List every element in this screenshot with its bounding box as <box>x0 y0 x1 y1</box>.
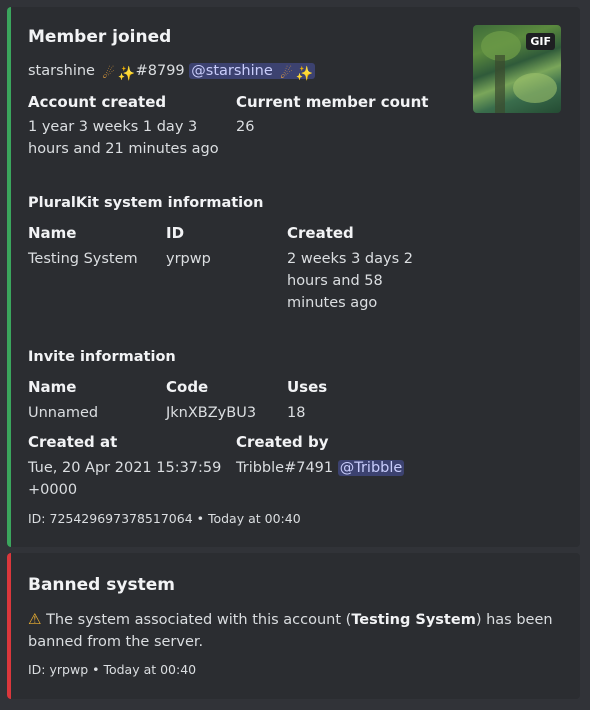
field-value-created-at: Tue, 20 Apr 2021 15:37:59 +0000 <box>28 460 222 498</box>
creator-mention[interactable]: @Tribble <box>337 460 405 476</box>
creator-tag: Tribble#7491 <box>236 460 334 476</box>
gif-badge: GIF <box>526 33 555 50</box>
field-value-invite-uses: 18 <box>287 405 306 421</box>
embed-description: ⚠ The system associated with this accoun… <box>28 610 553 650</box>
sparkles-emoji: ✨ <box>117 66 136 82</box>
embed-title: Banned system <box>28 575 175 595</box>
field-value-invite-code: JknXBZyBU3 <box>166 405 257 421</box>
field-value-system-name: Testing System <box>28 251 138 267</box>
field-value-system-id: yrpwp <box>166 251 211 267</box>
user-tag: #8799 <box>135 63 185 79</box>
sparkles-emoji: ✨ <box>295 66 314 82</box>
field-name-created-by: Created by <box>236 433 329 451</box>
warning-icon: ⚠ <box>28 610 42 628</box>
field-name-system-id: ID <box>166 224 185 242</box>
field-value-created-by: Tribble#7491 @Tribble <box>236 457 405 479</box>
thumbnail-image[interactable]: GIF <box>473 25 561 113</box>
user-line: starshine ☄ ✨#8799 @starshine ☄ ✨ <box>28 63 316 83</box>
field-value-account-created: 1 year 3 weeks 1 day 3 hours and 21 minu… <box>28 119 219 157</box>
system-name-bold: Testing System <box>351 612 476 628</box>
field-value-invite-name: Unnamed <box>28 405 99 421</box>
embed-accent-bar <box>7 553 11 699</box>
field-name-member-count: Current member count <box>236 93 429 111</box>
embed-title: Member joined <box>28 27 172 47</box>
field-name-created-at: Created at <box>28 433 118 451</box>
field-name-account-created: Account created <box>28 93 167 111</box>
embed-accent-bar <box>7 7 11 547</box>
field-name-invite-uses: Uses <box>287 378 328 396</box>
banned-system-embed: Banned system ⚠ The system associated wi… <box>7 553 580 699</box>
embed-footer: ID: 725429697378517064 • Today at 00:40 <box>28 511 301 526</box>
comet-emoji: ☄ <box>102 66 115 82</box>
field-name-system-created: Created <box>287 224 354 242</box>
field-value-member-count: 26 <box>236 119 255 135</box>
field-name-system-name: Name <box>28 224 77 242</box>
user-mention[interactable]: @starshine ☄ ✨ <box>189 63 316 82</box>
comet-emoji: ☄ <box>280 66 293 82</box>
field-value-system-created: 2 weeks 3 days 2 hours and 58 minutes ag… <box>287 251 413 311</box>
embed-footer: ID: yrpwp • Today at 00:40 <box>28 662 197 677</box>
field-name-invite-name: Name <box>28 378 77 396</box>
section-pluralkit: PluralKit system information <box>28 195 264 211</box>
section-invite: Invite information <box>28 349 176 365</box>
member-joined-embed: Member joined starshine ☄ ✨#8799 @starshi… <box>7 7 580 547</box>
field-name-invite-code: Code <box>166 378 209 396</box>
username: starshine <box>28 63 95 79</box>
